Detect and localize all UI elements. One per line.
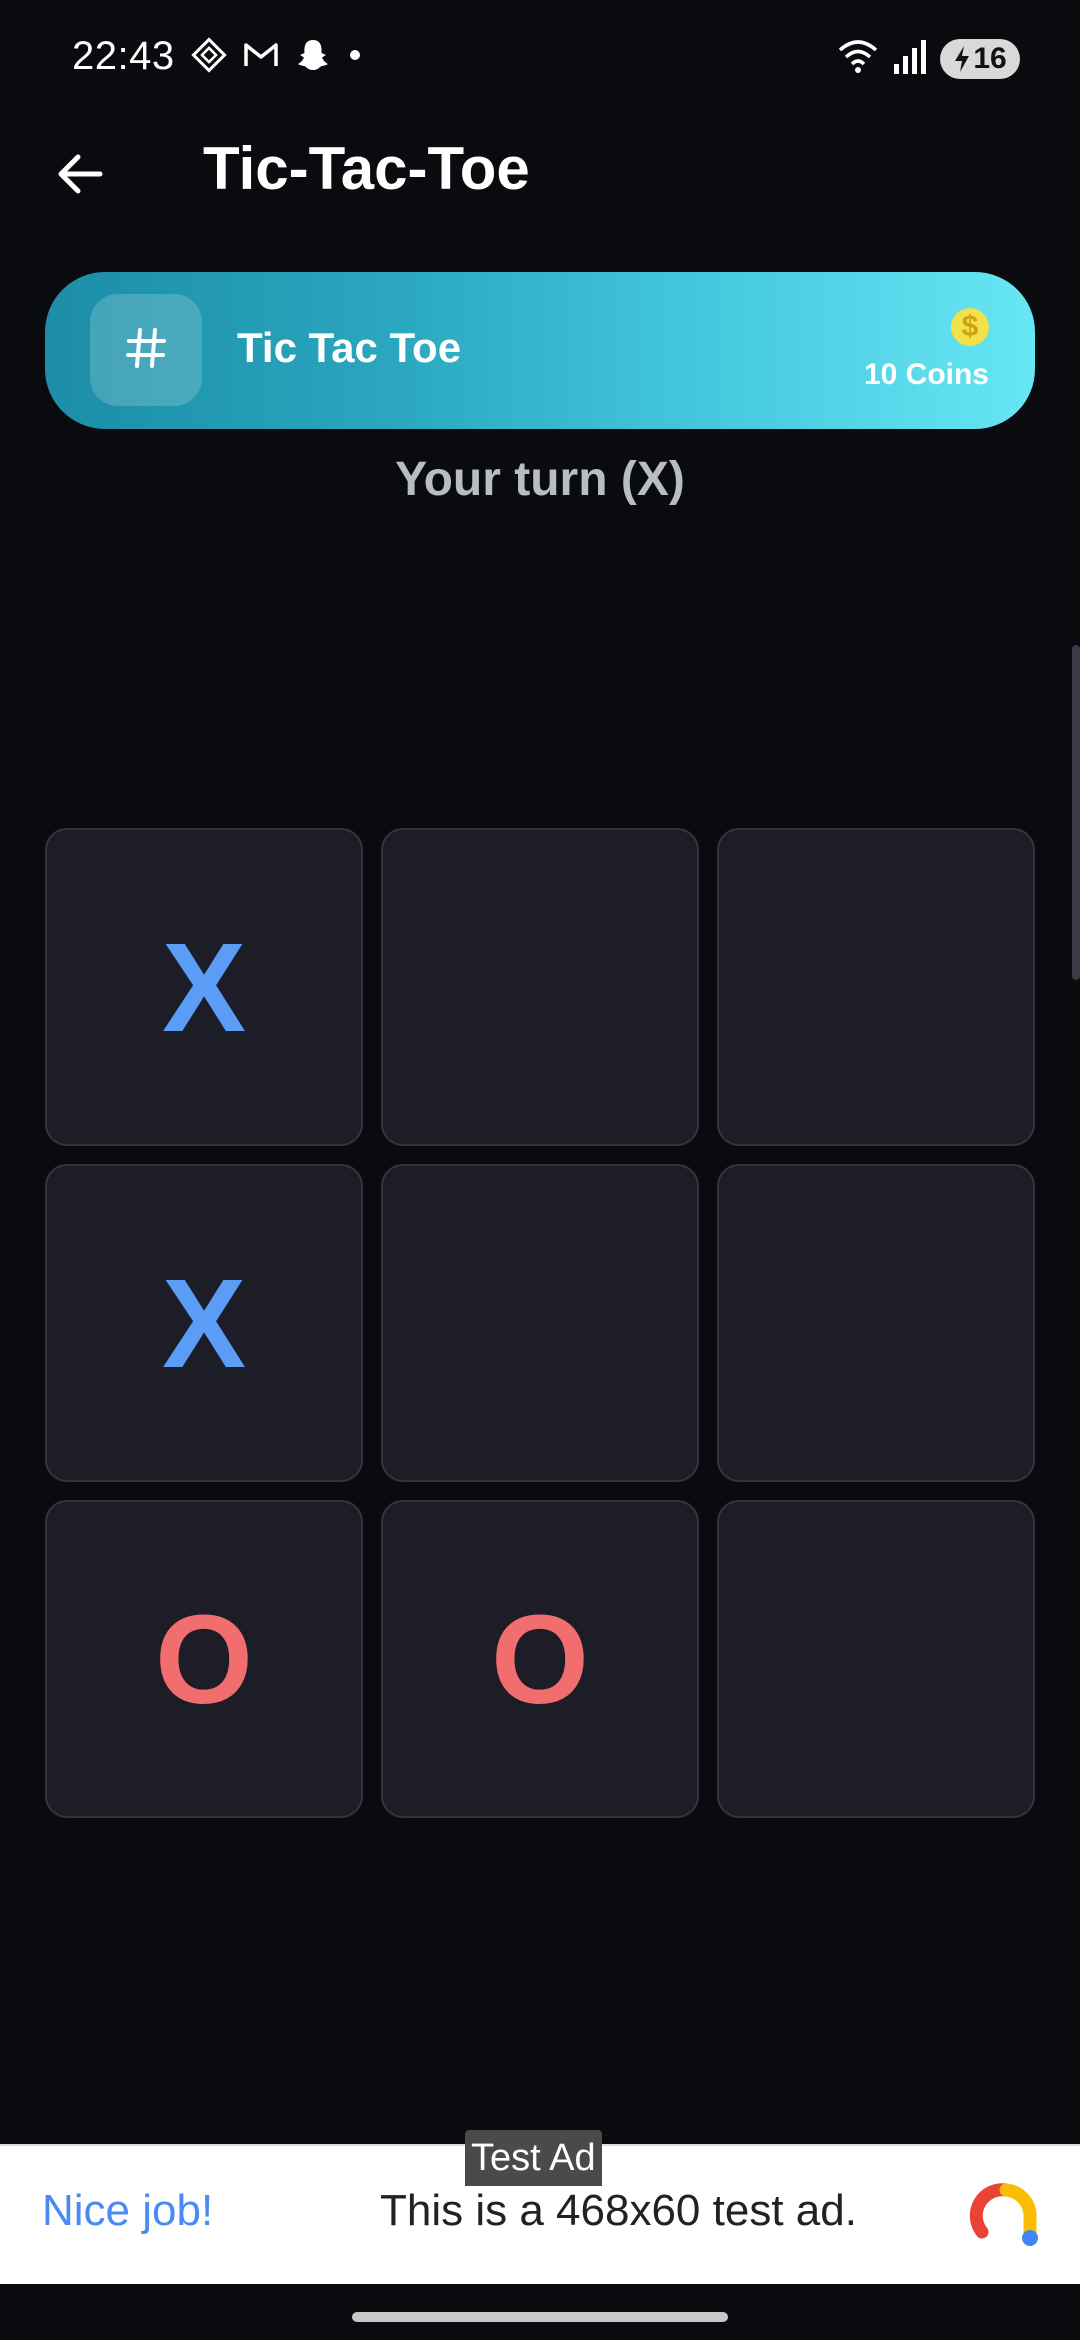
board-cell[interactable]: X [45,1164,363,1482]
back-arrow-icon [54,148,106,205]
ad-logo-icon[interactable] [968,2178,1044,2254]
game-icon-tile [90,294,202,406]
coins-count: 10 Coins [863,358,989,391]
board-cell[interactable]: O [381,1500,699,1818]
navigation-handle[interactable] [352,2312,728,2322]
page-title: Tic-Tac-Toe [203,135,530,202]
board-cell[interactable] [717,828,1035,1146]
board-cell[interactable]: X [45,828,363,1146]
ad-headline[interactable]: Nice job! [42,2186,213,2236]
board-cell[interactable] [381,828,699,1146]
status-time: 22:43 [72,34,175,78]
game-board: X X O O [45,828,1035,1818]
coin-icon: $ [951,308,989,346]
diamond-app-icon [190,36,228,74]
board-cell[interactable] [717,1500,1035,1818]
status-system-icons: 16 [836,36,1020,81]
board-cell[interactable] [717,1164,1035,1482]
game-title: Tic Tac Toe [237,324,462,371]
status-bar: 22:43 16 [0,0,1080,118]
battery-icon: 16 [940,38,1020,79]
app-bar: Tic-Tac-Toe [0,118,1080,228]
game-banner: Tic Tac Toe $ 10 Coins [45,272,1035,429]
turn-indicator: Your turn (X) [395,453,685,506]
scrollbar-thumb[interactable] [1072,645,1080,980]
battery-level: 16 [973,41,1007,75]
wifi-icon [836,36,880,81]
snapchat-icon [294,36,332,74]
signal-icon [892,36,928,81]
board-cell[interactable] [381,1164,699,1482]
test-ad-label: Test Ad [465,2130,602,2186]
status-notification-icons [190,36,364,74]
back-button[interactable] [40,136,120,216]
ad-text[interactable]: This is a 468x60 test ad. [380,2186,857,2236]
dot-icon [346,36,364,74]
gmail-icon [242,36,280,74]
board-cell[interactable]: O [45,1500,363,1818]
hash-icon [122,324,170,377]
